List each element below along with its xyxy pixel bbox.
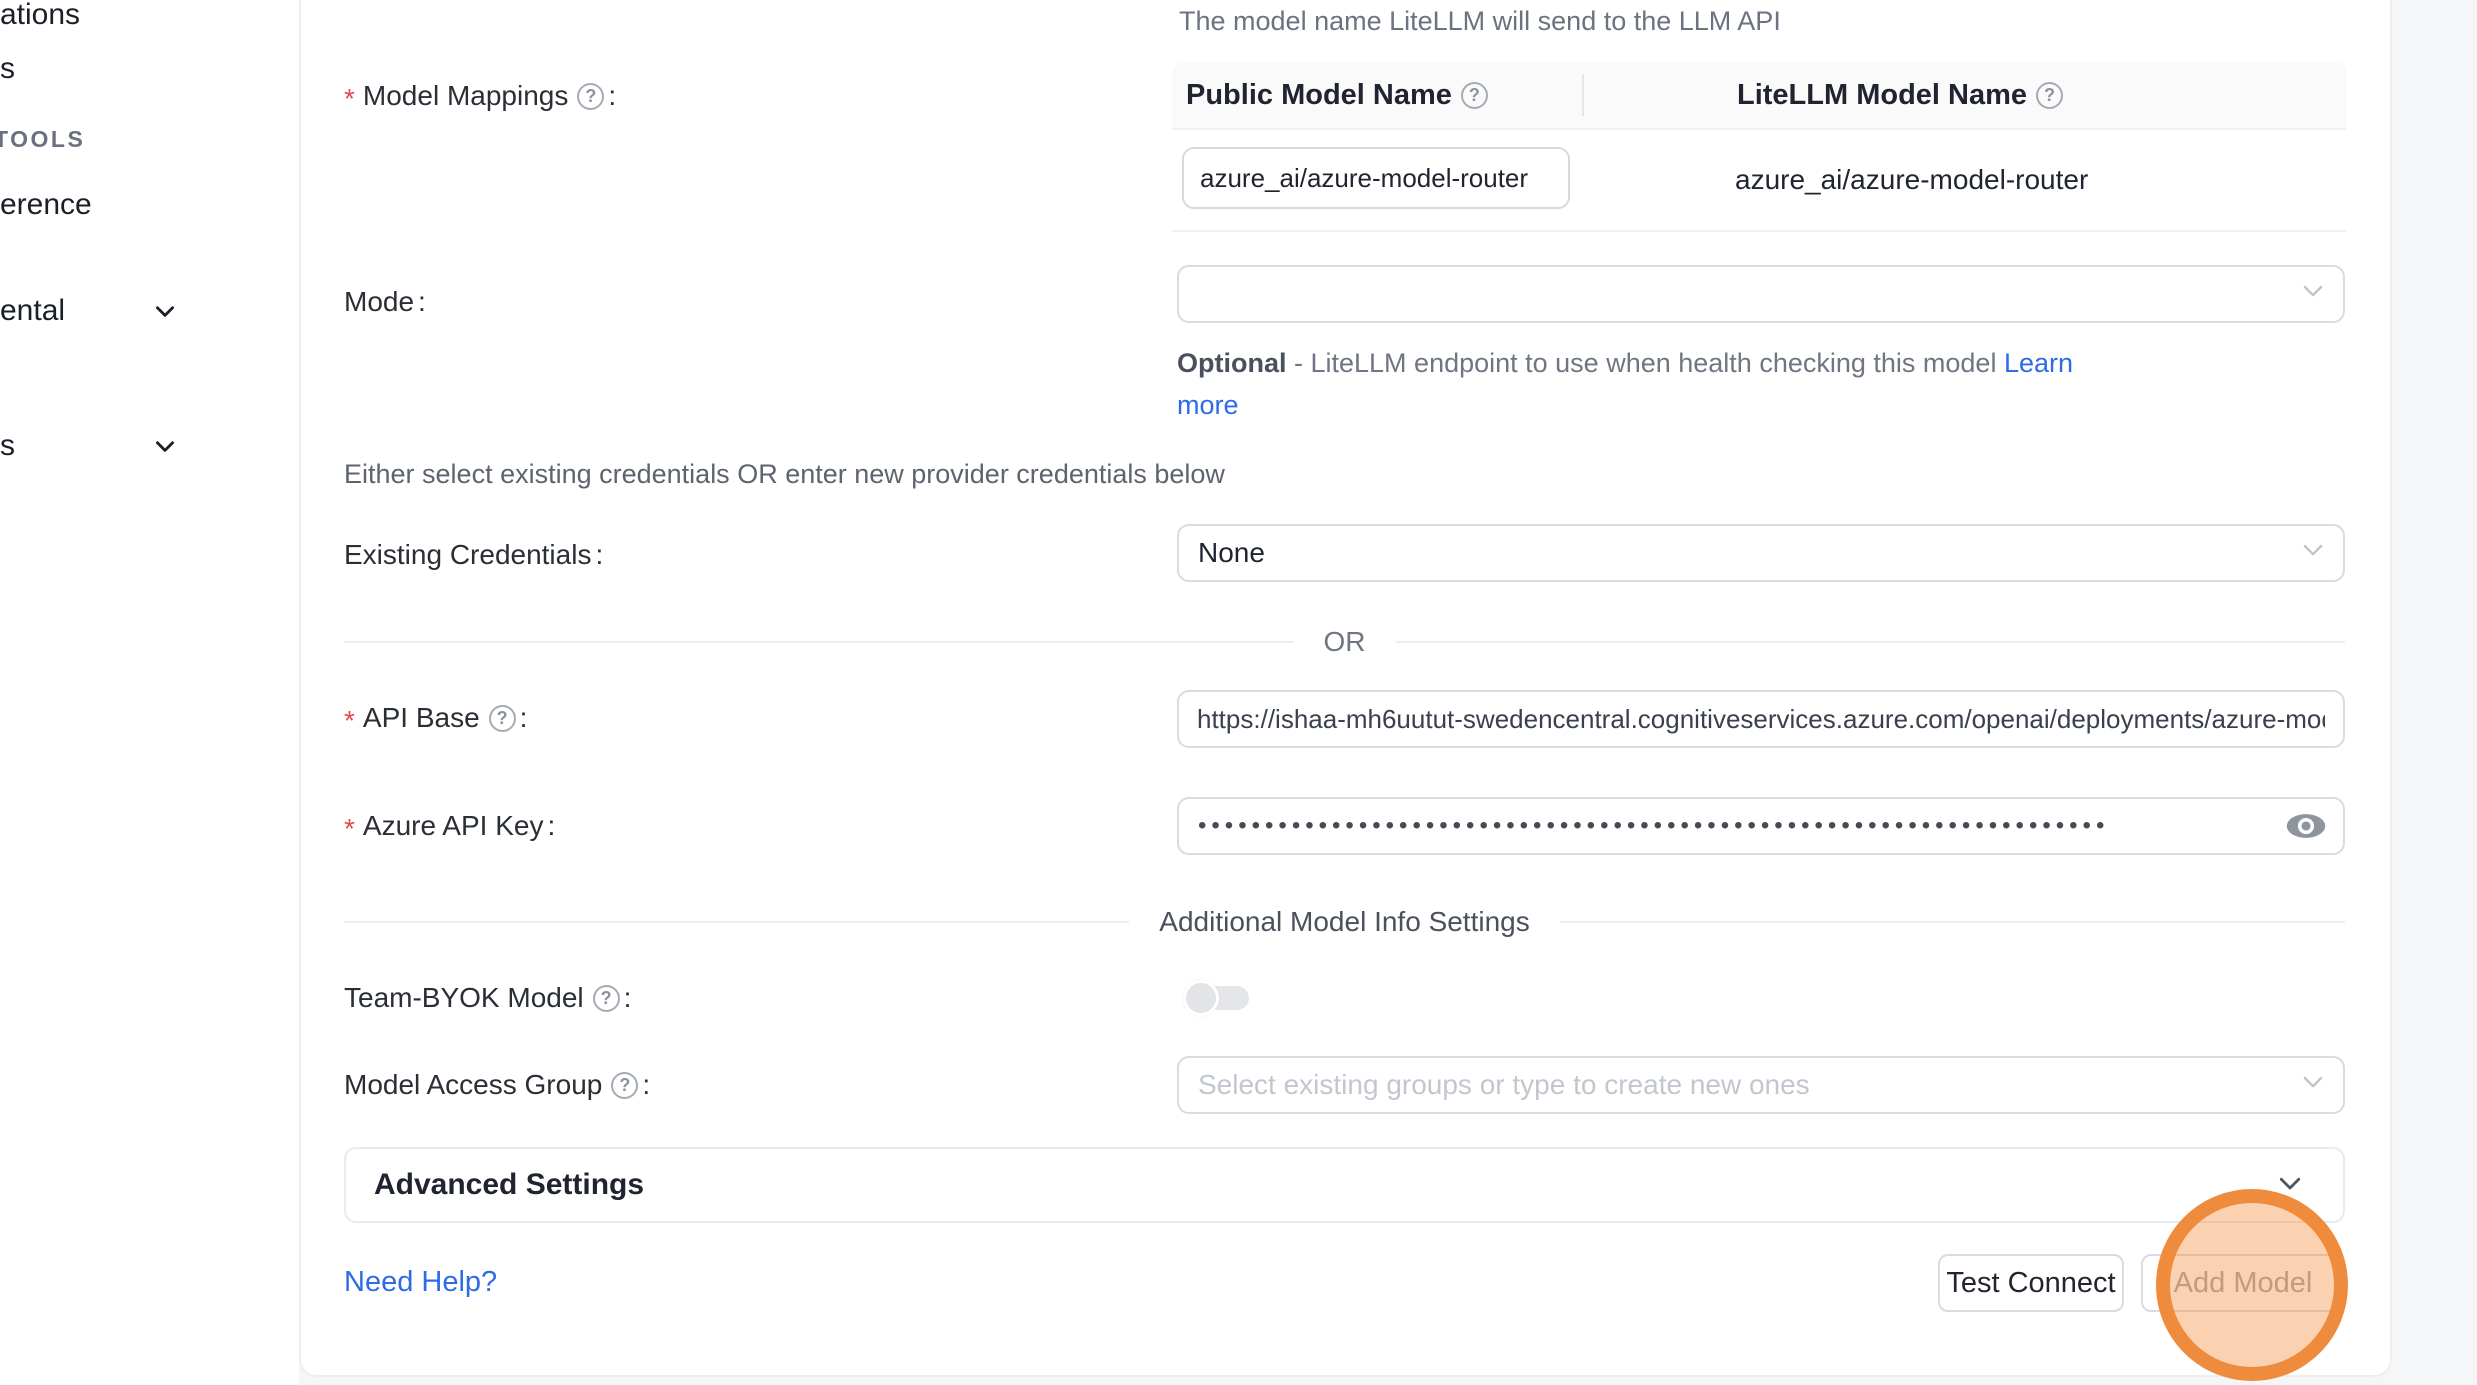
- test-connect-button[interactable]: Test Connect: [1938, 1254, 2124, 1312]
- azure-api-key-input[interactable]: ••••••••••••••••••••••••••••••••••••••••…: [1177, 797, 2345, 855]
- help-question-icon[interactable]: ?: [593, 985, 620, 1012]
- sidebar-item-settings[interactable]: s: [0, 429, 15, 463]
- sidebar-section-tools: TOOLS: [0, 126, 85, 153]
- credentials-note: Either select existing credentials OR en…: [344, 459, 1225, 490]
- team-byok-toggle[interactable]: [1183, 980, 1249, 1016]
- learn-more-link[interactable]: Learn: [2004, 348, 2073, 378]
- sidebar-item-experimental[interactable]: ental: [0, 294, 65, 328]
- required-asterisk: *: [344, 809, 355, 843]
- help-question-icon[interactable]: ?: [577, 83, 604, 110]
- api-base-label: * API Base ? :: [344, 700, 527, 736]
- required-asterisk: *: [344, 79, 355, 113]
- sidebar-item-organizations[interactable]: ations: [0, 0, 80, 32]
- model-mappings-table: Public Model Name ? LiteLLM Model Name ?…: [1172, 62, 2347, 232]
- chevron-down-icon: [2299, 277, 2327, 312]
- sidebar-item-logs[interactable]: s: [0, 52, 15, 86]
- masked-password-value: ••••••••••••••••••••••••••••••••••••••••…: [1198, 812, 2109, 840]
- add-model-page: ations s TOOLS erence ental s The model …: [0, 0, 2477, 1385]
- column-public-model-name: Public Model Name ?: [1172, 79, 1582, 112]
- sidebar-item-api-reference[interactable]: erence: [0, 188, 92, 222]
- column-divider: [1582, 74, 1584, 116]
- help-question-icon[interactable]: ?: [1461, 82, 1488, 109]
- click-highlight-annotation: [2156, 1189, 2348, 1381]
- advanced-settings-panel[interactable]: Advanced Settings: [344, 1147, 2345, 1223]
- help-question-icon[interactable]: ?: [489, 705, 516, 732]
- required-asterisk: *: [344, 701, 355, 735]
- existing-credentials-label: Existing Credentials :: [344, 537, 603, 573]
- need-help-link[interactable]: Need Help?: [344, 1266, 497, 1299]
- chevron-down-icon: [2299, 536, 2327, 571]
- chevron-down-icon[interactable]: [152, 298, 178, 324]
- model-mappings-table-header: Public Model Name ? LiteLLM Model Name ?: [1172, 62, 2347, 130]
- chevron-down-icon: [2299, 1068, 2327, 1103]
- mode-select[interactable]: [1177, 265, 2345, 323]
- column-litellm-model-name: LiteLLM Model Name ?: [1582, 79, 2063, 112]
- select-placeholder: Select existing groups or type to create…: [1198, 1069, 1810, 1101]
- azure-api-key-label: * Azure API Key :: [344, 808, 555, 844]
- litellm-model-name-value: azure_ai/azure-model-router: [1735, 130, 2088, 230]
- additional-info-divider: Additional Model Info Settings: [344, 906, 2345, 938]
- model-access-group-label: Model Access Group ? :: [344, 1067, 650, 1103]
- model-access-group-select[interactable]: Select existing groups or type to create…: [1177, 1056, 2345, 1114]
- team-byok-label: Team-BYOK Model ? :: [344, 980, 631, 1016]
- mode-helper-text: Optional - LiteLLM endpoint to use when …: [1177, 342, 2317, 426]
- advanced-settings-title: Advanced Settings: [374, 1168, 644, 1202]
- mode-label: Mode :: [344, 284, 426, 320]
- chevron-down-icon[interactable]: [152, 433, 178, 459]
- model-mappings-label: * Model Mappings ? :: [344, 78, 616, 114]
- public-model-name-input[interactable]: [1182, 147, 1570, 209]
- toggle-knob: [1183, 980, 1219, 1016]
- model-mappings-table-row: azure_ai/azure-model-router: [1172, 130, 2347, 232]
- existing-credentials-select[interactable]: None: [1177, 524, 2345, 582]
- sidebar: ations s TOOLS erence ental s: [0, 0, 299, 1385]
- or-divider: OR: [344, 626, 2345, 658]
- help-question-icon[interactable]: ?: [2036, 82, 2063, 109]
- help-question-icon[interactable]: ?: [611, 1072, 638, 1099]
- api-base-input[interactable]: [1177, 690, 2345, 748]
- litellm-model-name-note: The model name LiteLLM will send to the …: [1179, 6, 1781, 37]
- eye-icon[interactable]: [2285, 810, 2327, 842]
- learn-more-link[interactable]: more: [1177, 390, 1239, 420]
